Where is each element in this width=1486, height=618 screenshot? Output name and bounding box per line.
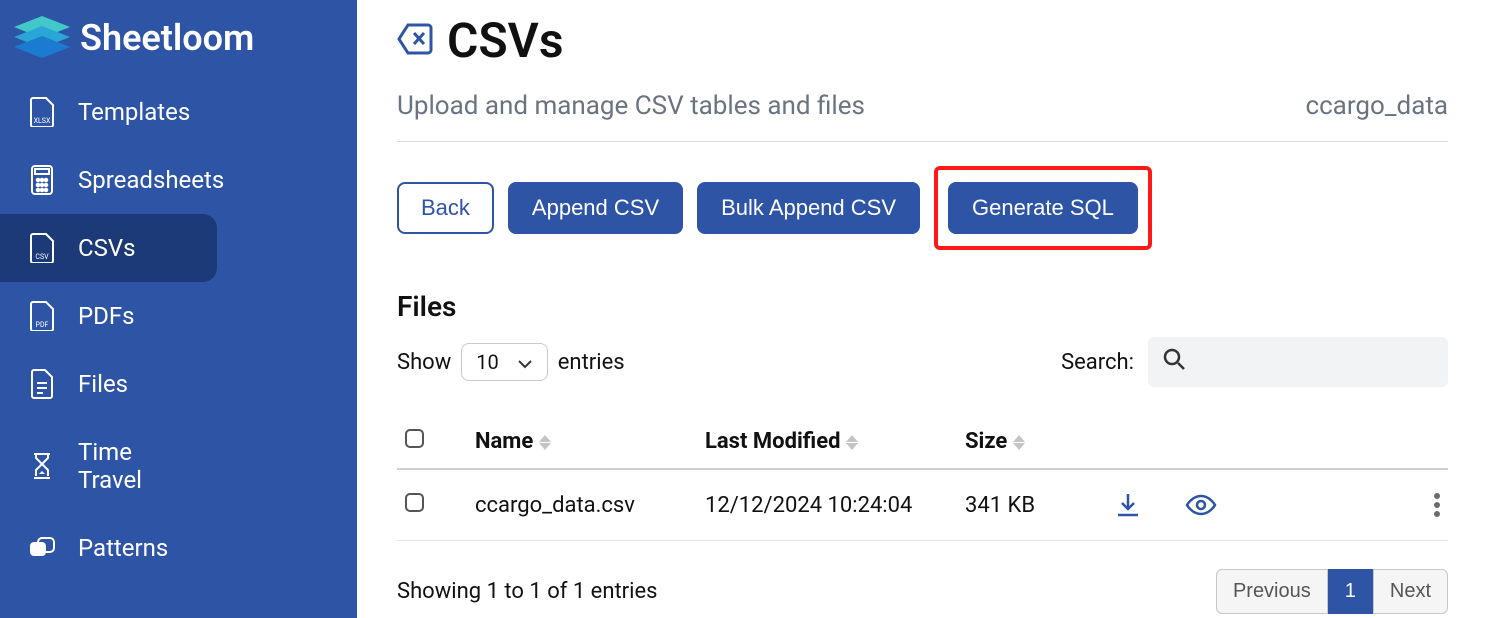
app-name: Sheetloom	[80, 17, 254, 59]
cell-size: 341 KB	[957, 469, 1107, 541]
logo-icon	[14, 16, 70, 60]
sidebar-item-pdfs[interactable]: PDF PDFs	[0, 282, 217, 350]
row-checkbox[interactable]	[405, 493, 424, 512]
toolbar: Back Append CSV Bulk Append CSV Generate…	[397, 142, 1448, 260]
sort-icon[interactable]	[539, 435, 551, 450]
entries-select[interactable]: 10	[461, 343, 547, 381]
generate-sql-button[interactable]: Generate SQL	[948, 182, 1138, 234]
hourglass-icon	[28, 452, 56, 480]
search-label: Search:	[1061, 350, 1134, 375]
search-icon	[1162, 347, 1186, 377]
col-size[interactable]: Size	[965, 429, 1007, 454]
file-icon	[28, 370, 56, 398]
files-table: Name Last Modified Size ccargo_data.csv …	[397, 415, 1448, 541]
cell-name: ccargo_data.csv	[467, 469, 697, 541]
col-name[interactable]: Name	[475, 429, 533, 454]
page-subtitle: Upload and manage CSV tables and files	[397, 91, 865, 121]
sidebar-item-time-travel[interactable]: Time Travel	[0, 418, 217, 514]
sidebar: Sheetloom XLSX Templates Spreadsheets	[0, 0, 357, 618]
sidebar-item-label: Spreadsheets	[78, 166, 224, 194]
sidebar-item-templates[interactable]: XLSX Templates	[0, 78, 217, 146]
sort-icon[interactable]	[1013, 435, 1025, 450]
svg-text:PDF: PDF	[36, 321, 49, 329]
calculator-icon	[28, 166, 56, 194]
table-summary: Showing 1 to 1 of 1 entries	[397, 579, 658, 604]
col-modified[interactable]: Last Modified	[705, 429, 840, 454]
sidebar-item-label: CSVs	[78, 234, 136, 262]
more-icon[interactable]	[1434, 493, 1440, 517]
sidebar-item-label: Patterns	[78, 534, 168, 562]
table-row: ccargo_data.csv 12/12/2024 10:24:04 341 …	[397, 469, 1448, 541]
sidebar-item-label: Files	[78, 370, 128, 398]
back-button[interactable]: Back	[397, 182, 494, 234]
pager-page-1[interactable]: 1	[1328, 569, 1373, 614]
sidebar-item-patterns[interactable]: Patterns	[0, 514, 217, 582]
select-all-checkbox[interactable]	[405, 429, 424, 448]
main-content: CSVs Upload and manage CSV tables and fi…	[357, 0, 1486, 618]
pager-next[interactable]: Next	[1373, 569, 1448, 614]
highlight-annotation: Generate SQL	[934, 166, 1152, 250]
csv-icon: CSV	[28, 234, 56, 262]
append-csv-button[interactable]: Append CSV	[508, 182, 683, 234]
svg-text:CSV: CSV	[35, 253, 49, 261]
sidebar-item-label: Time Travel	[78, 438, 195, 494]
bulk-append-csv-button[interactable]: Bulk Append CSV	[697, 182, 920, 234]
pager-prev[interactable]: Previous	[1216, 569, 1328, 614]
sidebar-item-csvs[interactable]: CSV CSVs	[0, 214, 217, 282]
files-heading: Files	[397, 290, 1448, 323]
eye-icon[interactable]	[1185, 494, 1217, 516]
entries-per-page: Show 10 entries	[397, 343, 625, 381]
page-title: CSVs	[447, 12, 564, 69]
sort-icon[interactable]	[846, 435, 858, 450]
sidebar-item-files[interactable]: Files	[0, 350, 217, 418]
chevron-down-icon	[517, 350, 533, 374]
svg-text:XLSX: XLSX	[34, 117, 51, 125]
download-icon[interactable]	[1115, 492, 1141, 518]
xlsx-icon: XLSX	[28, 98, 56, 126]
sidebar-item-spreadsheets[interactable]: Spreadsheets	[0, 146, 217, 214]
sidebar-item-label: PDFs	[78, 302, 135, 330]
context-name: ccargo_data	[1305, 91, 1448, 121]
cell-modified: 12/12/2024 10:24:04	[697, 469, 957, 541]
show-suffix: entries	[558, 350, 625, 375]
search-input[interactable]	[1148, 337, 1448, 387]
show-prefix: Show	[397, 350, 451, 375]
pdf-icon: PDF	[28, 302, 56, 330]
logo[interactable]: Sheetloom	[0, 10, 357, 78]
pagination: Previous 1 Next	[1216, 569, 1448, 614]
sidebar-item-label: Templates	[78, 98, 190, 126]
entries-value: 10	[476, 350, 498, 374]
back-delete-icon[interactable]	[397, 22, 433, 60]
overlap-icon	[28, 534, 56, 562]
